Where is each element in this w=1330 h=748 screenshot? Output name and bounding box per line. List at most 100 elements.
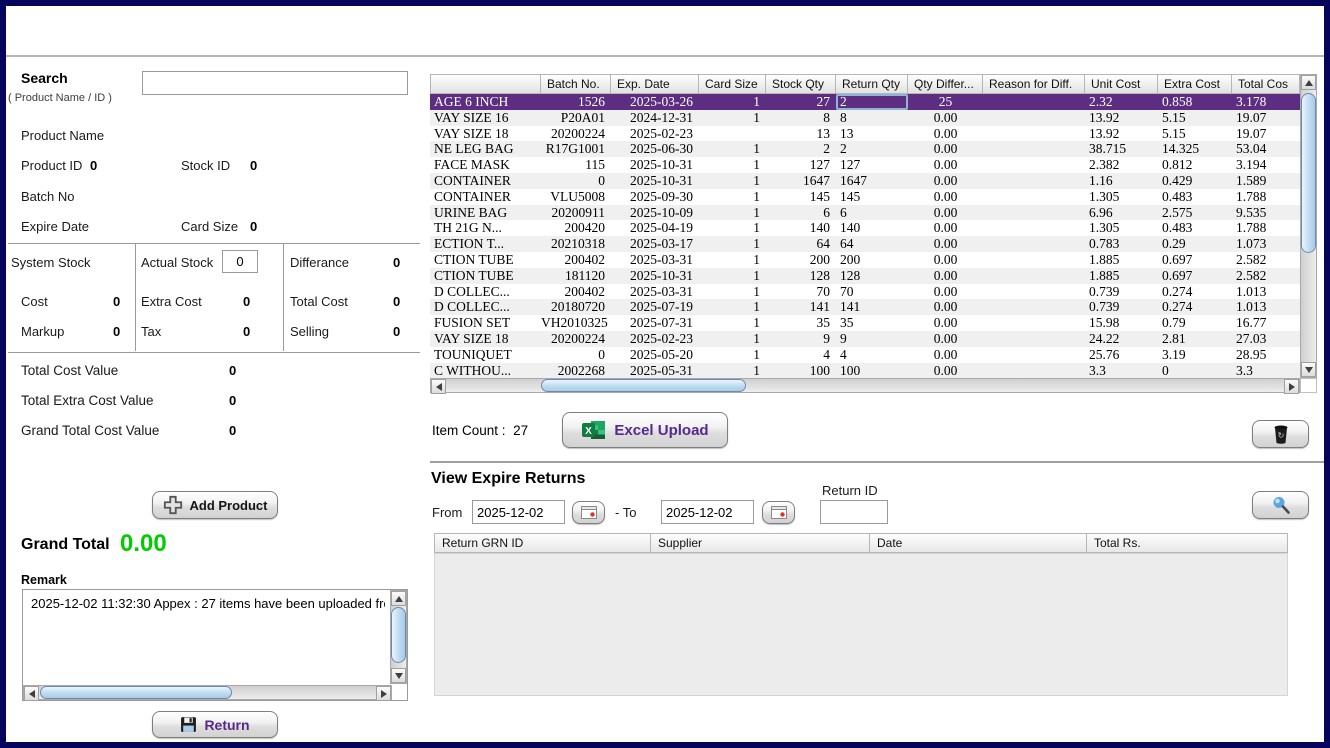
items-table-row[interactable]: CONTAINERVLU50082025-09-3011451450.001.3…: [430, 189, 1300, 205]
items-table-cell[interactable]: 0: [1158, 363, 1232, 378]
to-date-input[interactable]: [661, 500, 754, 524]
items-table-cell[interactable]: [983, 363, 1085, 378]
items-col-header-0[interactable]: [430, 74, 541, 94]
items-table-cell[interactable]: 0: [541, 347, 611, 363]
excel-upload-button[interactable]: X Excel Upload: [562, 412, 728, 448]
remark-vscroll-thumb[interactable]: [391, 607, 406, 663]
items-table-cell[interactable]: 25.76: [1085, 347, 1158, 363]
items-table-cell[interactable]: 0.697: [1158, 268, 1232, 284]
remark-hscrollbar[interactable]: [23, 685, 392, 700]
items-table-cell[interactable]: 127: [766, 157, 836, 173]
items-table-cell[interactable]: 0.00: [908, 173, 983, 189]
items-table-cell[interactable]: 2: [836, 141, 908, 157]
items-table-cell[interactable]: 1: [699, 141, 766, 157]
items-table-cell[interactable]: 5.15: [1158, 110, 1232, 126]
items-col-header-2[interactable]: Exp. Date: [611, 74, 699, 94]
from-calendar-button[interactable]: [572, 501, 605, 524]
items-table-cell[interactable]: [983, 141, 1085, 157]
items-table-cell[interactable]: 20200224: [541, 331, 611, 347]
items-table-cell[interactable]: 0.00: [908, 220, 983, 236]
items-table-cell[interactable]: 1: [699, 315, 766, 331]
items-table-cell[interactable]: 200: [836, 252, 908, 268]
returns-col-header-1[interactable]: Supplier: [651, 533, 870, 553]
items-table-cell[interactable]: 2025-10-31: [611, 173, 699, 189]
items-table-cell[interactable]: 1647: [836, 173, 908, 189]
items-table-cell[interactable]: 64: [836, 236, 908, 252]
items-table-cell[interactable]: 2025-09-30: [611, 189, 699, 205]
remark-scroll-up-icon[interactable]: [391, 591, 406, 606]
items-table-cell[interactable]: 1: [699, 299, 766, 315]
items-table-cell[interactable]: TOUNIQUET: [430, 347, 541, 363]
items-scroll-left-icon[interactable]: [431, 379, 446, 394]
items-table-cell[interactable]: 1: [699, 110, 766, 126]
returns-col-header-0[interactable]: Return GRN ID: [434, 533, 651, 553]
items-table-cell[interactable]: 0.00: [908, 315, 983, 331]
items-table-cell[interactable]: 0.00: [908, 252, 983, 268]
items-table-cell[interactable]: 20200911: [541, 205, 611, 221]
items-scroll-right-icon[interactable]: [1284, 379, 1299, 394]
items-table-row[interactable]: URINE BAG202009112025-10-091660.006.962.…: [430, 205, 1300, 221]
return-id-input[interactable]: [820, 500, 888, 524]
items-table-cell[interactable]: [983, 347, 1085, 363]
items-table-cell[interactable]: 2025-03-17: [611, 236, 699, 252]
from-date-input[interactable]: [472, 500, 565, 524]
add-product-button[interactable]: Add Product: [152, 491, 278, 519]
items-table-cell[interactable]: 2.582: [1232, 268, 1300, 284]
items-table-cell[interactable]: P20A01: [541, 110, 611, 126]
items-table-cell[interactable]: 6: [836, 205, 908, 221]
actual-stock-input[interactable]: [222, 250, 258, 273]
items-table-cell[interactable]: 15.98: [1085, 315, 1158, 331]
items-table-cell[interactable]: 13.92: [1085, 110, 1158, 126]
items-table-cell[interactable]: 0.29: [1158, 236, 1232, 252]
items-table-cell[interactable]: 2025-05-31: [611, 363, 699, 378]
items-table-cell[interactable]: 0.739: [1085, 299, 1158, 315]
items-table-cell[interactable]: [983, 284, 1085, 300]
items-table-row[interactable]: NE LEG BAGR17G10012025-06-301220.0038.71…: [430, 141, 1300, 157]
items-table-cell[interactable]: 1.885: [1085, 268, 1158, 284]
items-col-header-6[interactable]: Qty Differ...: [908, 74, 983, 94]
items-table-cell[interactable]: AGE 6 INCH: [430, 94, 541, 110]
items-table-cell[interactable]: [983, 110, 1085, 126]
items-table-cell[interactable]: 1: [699, 252, 766, 268]
items-table-cell[interactable]: 2025-03-26: [611, 94, 699, 110]
items-table-cell[interactable]: VAY SIZE 18: [430, 126, 541, 142]
items-table-cell[interactable]: 200420: [541, 220, 611, 236]
items-table-cell[interactable]: VH2010325: [541, 315, 611, 331]
items-table-cell[interactable]: 200402: [541, 284, 611, 300]
items-table-cell[interactable]: 2025-10-09: [611, 205, 699, 221]
items-table-cell[interactable]: 141: [766, 299, 836, 315]
items-table-cell[interactable]: 24.22: [1085, 331, 1158, 347]
items-table-cell[interactable]: 1: [699, 157, 766, 173]
items-scroll-up-icon[interactable]: [1301, 75, 1316, 90]
items-table-cell[interactable]: 2.382: [1085, 157, 1158, 173]
items-table-cell[interactable]: 2.575: [1158, 205, 1232, 221]
items-table-row[interactable]: D COLLEC...2004022025-03-31170700.000.73…: [430, 284, 1300, 300]
items-table-cell[interactable]: 2025-03-31: [611, 284, 699, 300]
items-hscroll-thumb[interactable]: [541, 379, 746, 392]
items-table-cell[interactable]: 2025-10-31: [611, 268, 699, 284]
items-table-cell[interactable]: 2024-12-31: [611, 110, 699, 126]
items-table-cell[interactable]: 2025-10-31: [611, 157, 699, 173]
items-table-cell[interactable]: URINE BAG: [430, 205, 541, 221]
items-table-cell[interactable]: 13: [836, 126, 908, 142]
items-table-cell[interactable]: 0.79: [1158, 315, 1232, 331]
items-table-cell[interactable]: 140: [836, 220, 908, 236]
items-table-cell[interactable]: 20210318: [541, 236, 611, 252]
items-table-cell[interactable]: 2025-05-20: [611, 347, 699, 363]
items-table-cell[interactable]: 1.589: [1232, 173, 1300, 189]
items-table-cell[interactable]: 3.194: [1232, 157, 1300, 173]
items-table-cell[interactable]: 4: [836, 347, 908, 363]
items-table-cell[interactable]: 1: [699, 220, 766, 236]
items-table-cell[interactable]: 0.00: [908, 236, 983, 252]
remark-scroll-left-icon[interactable]: [24, 686, 39, 701]
items-table-cell[interactable]: 0.00: [908, 284, 983, 300]
items-table-row[interactable]: D COLLEC...201807202025-07-1911411410.00…: [430, 299, 1300, 315]
items-table-cell[interactable]: 0.00: [908, 126, 983, 142]
items-table-row[interactable]: VAY SIZE 18202002242025-02-231990.0024.2…: [430, 331, 1300, 347]
items-table-cell[interactable]: 5.15: [1158, 126, 1232, 142]
items-table-cell[interactable]: 1: [699, 236, 766, 252]
items-table-cell[interactable]: [983, 252, 1085, 268]
items-table-cell[interactable]: R17G1001: [541, 141, 611, 157]
items-vscroll-thumb[interactable]: [1301, 93, 1316, 253]
items-table-row[interactable]: FUSION SETVH20103252025-07-31135350.0015…: [430, 315, 1300, 331]
